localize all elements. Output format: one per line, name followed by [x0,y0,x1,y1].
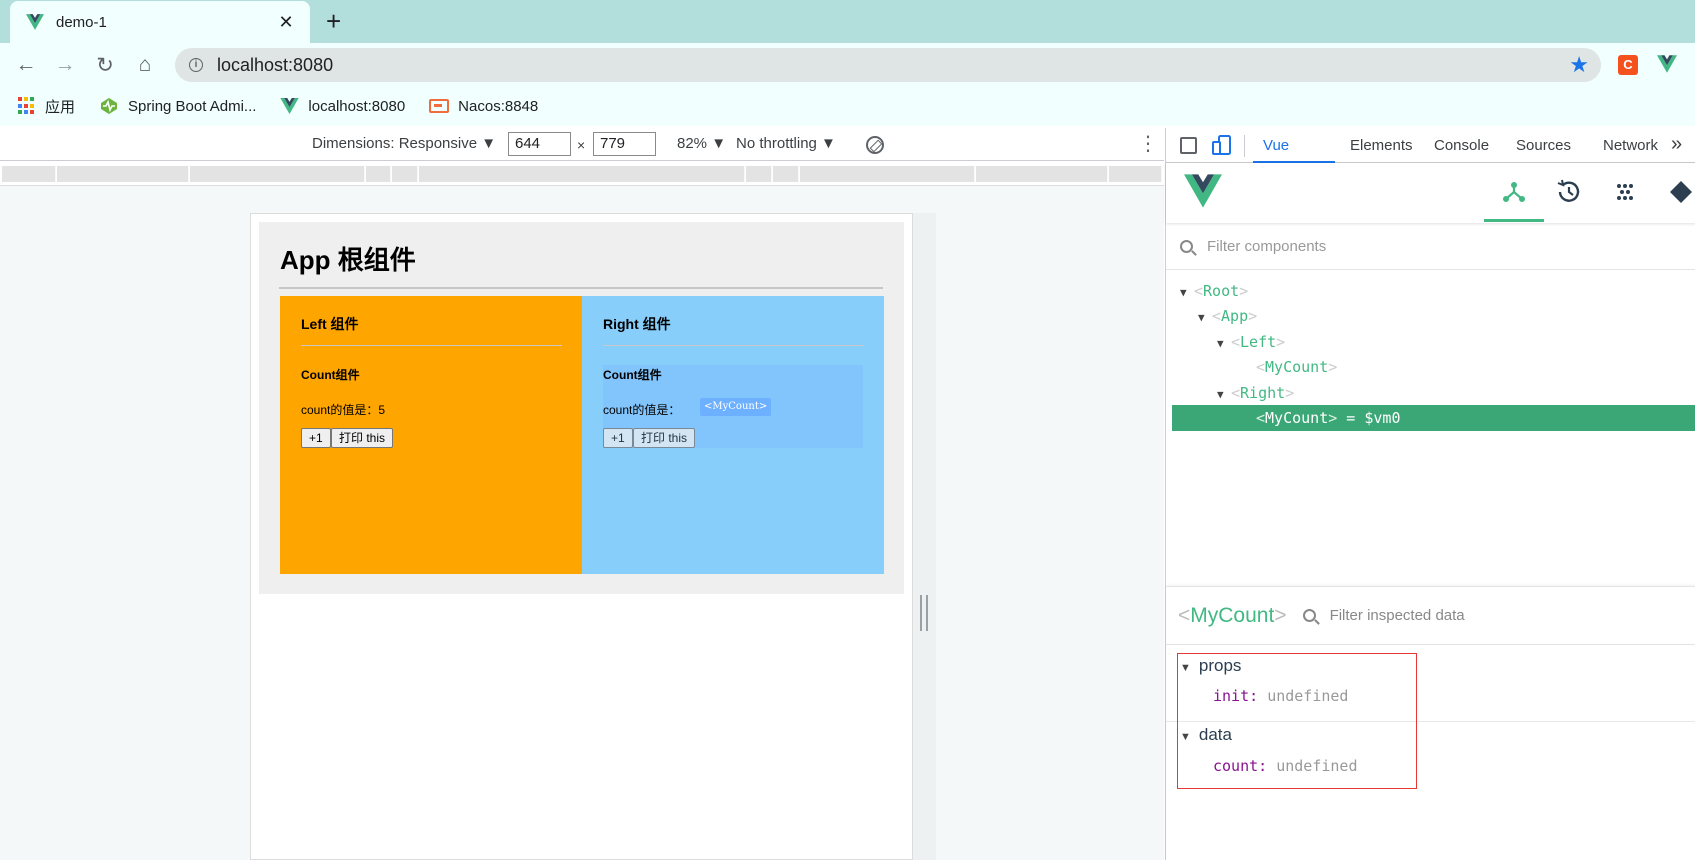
dimensions-dropdown[interactable]: Dimensions: Responsive ▼ [312,135,496,152]
search-icon [1180,240,1193,253]
close-tab-icon[interactable]: ✕ [276,12,296,33]
reload-icon[interactable]: ↻ [92,52,118,78]
viewport-resizer-gutter [913,213,936,860]
resize-handle[interactable] [920,595,928,631]
tab-sources[interactable]: Sources [1516,137,1571,154]
bookmark-star-icon[interactable]: ★ [1569,52,1589,78]
rotate-icon[interactable] [866,136,884,154]
apps-grid-icon [18,97,36,115]
tree-node-mycount[interactable]: <MyCount> [1256,354,1337,380]
device-toggle-icon[interactable] [1212,135,1232,156]
bookmark-localhost[interactable]: localhost:8080 [280,98,405,115]
left-increment-button[interactable]: +1 [301,428,331,448]
site-info-icon[interactable]: i [189,58,203,72]
height-input[interactable]: 779 [593,132,656,156]
left-divider [301,345,562,346]
components-tree-icon[interactable] [1499,177,1529,207]
component-filter[interactable]: Filter components [1166,224,1695,270]
url-text[interactable]: localhost:8080 [217,55,333,76]
tree-node-right[interactable]: ▼ <Right> [1217,380,1294,406]
tree-node-mycount-selected[interactable]: <MyCount> = $vm0 [1172,405,1695,431]
home-icon[interactable]: ⌂ [132,52,158,78]
media-query-ruler[interactable] [0,162,1164,186]
tab-title: demo-1 [56,13,107,31]
vue-devtools-extension-icon[interactable] [1657,55,1677,73]
component-inspector: <MyCount> Filter inspected data ▼ props i… [1166,586,1695,860]
history-icon[interactable] [1554,177,1584,207]
back-icon[interactable]: ← [13,52,39,78]
tab-network[interactable]: Network [1603,137,1658,154]
mycount-overlay-tag: <MyCount> [700,398,772,416]
annotation-highlight-box [1177,653,1417,789]
nacos-icon [429,99,450,113]
right-increment-button[interactable]: +1 [603,428,633,448]
app-divider [279,287,883,289]
vue-logo-icon [1184,174,1222,208]
tab-elements[interactable]: Elements [1350,137,1413,154]
pulse-icon [99,97,119,115]
devtools-tab-bar: Vue Elements Console Sources Network » [1166,128,1695,163]
expand-arrow-icon[interactable]: ▼ [1198,305,1212,331]
bookmark-label: 应用 [45,98,76,116]
bookmark-apps[interactable]: 应用 [18,96,75,117]
bookmark-label: localhost:8080 [308,97,406,115]
bookmark-label: Nacos:8848 [458,97,539,115]
browser-toolbar: ← → ↻ ⌂ i localhost:8080 ★ C [0,43,1695,86]
tab-strip: demo-1 ✕ + [0,0,1695,43]
throttling-dropdown[interactable]: No throttling ▼ [736,135,836,152]
app-title: App 根组件 [280,245,416,275]
right-divider [603,345,864,346]
zoom-dropdown[interactable]: 82% ▼ [677,135,726,152]
expand-arrow-icon[interactable]: ▼ [1180,280,1194,306]
left-print-this-button[interactable]: 打印 this [331,428,394,448]
more-tabs-icon[interactable]: » [1671,133,1682,156]
vue-devtools-header [1166,163,1695,223]
right-print-this-button[interactable]: 打印 this [633,428,696,448]
inspector-header: <MyCount> Filter inspected data [1166,587,1695,645]
more-options-icon[interactable]: ⋮ [1138,134,1158,154]
active-view-indicator [1484,219,1544,222]
times-label: × [577,137,586,153]
bookmarks-bar: 应用 Spring Boot Admi... localhost:8080 Na… [0,86,1695,126]
forward-icon[interactable]: → [52,52,78,78]
vue-logo-icon [280,98,300,114]
left-title: Left 组件 [301,316,359,332]
expand-arrow-icon[interactable]: ▼ [1217,331,1231,357]
device-toolbar: Dimensions: Responsive ▼ 644 × 779 82% ▼… [0,128,1164,161]
tab-console[interactable]: Console [1434,137,1489,154]
routing-icon[interactable] [1666,177,1695,207]
browser-tab[interactable]: demo-1 ✕ [10,1,310,43]
tab-vue[interactable]: Vue [1263,137,1289,154]
right-count-title: Count组件 [603,368,662,382]
left-count-value: count的值是：5 [301,403,386,417]
vm-reference: = $vm0 [1337,409,1401,427]
vuex-icon[interactable] [1610,177,1640,207]
inspected-component-name: <MyCount> [1178,603,1287,627]
filter-inspected-data-input[interactable]: Filter inspected data [1330,607,1465,624]
extension-c-icon[interactable]: C [1618,55,1638,75]
inspect-element-icon[interactable] [1180,137,1197,154]
right-count-value: count的值是： [603,403,681,417]
left-count-title: Count组件 [301,368,360,382]
devtools-panel: Vue Elements Console Sources Network » F… [1165,128,1695,860]
bookmark-label: Spring Boot Admi... [128,97,257,115]
tab-separator [1244,135,1245,157]
width-input[interactable]: 644 [508,132,571,156]
tree-node-root[interactable]: ▼ <Root> [1180,278,1248,304]
search-icon [1302,609,1316,622]
tree-node-app[interactable]: ▼ <App> [1198,303,1257,329]
address-bar[interactable]: i localhost:8080 ★ [175,48,1601,82]
tree-node-left[interactable]: ▼ <Left> [1217,329,1285,355]
bookmark-nacos[interactable]: Nacos:8848 [429,98,538,115]
bookmark-spring-boot-admin[interactable]: Spring Boot Admi... [99,97,256,115]
new-tab-button[interactable]: + [326,7,341,35]
vue-favicon-icon [26,14,44,30]
right-title: Right 组件 [603,316,671,332]
filter-components-input[interactable]: Filter components [1207,238,1326,255]
